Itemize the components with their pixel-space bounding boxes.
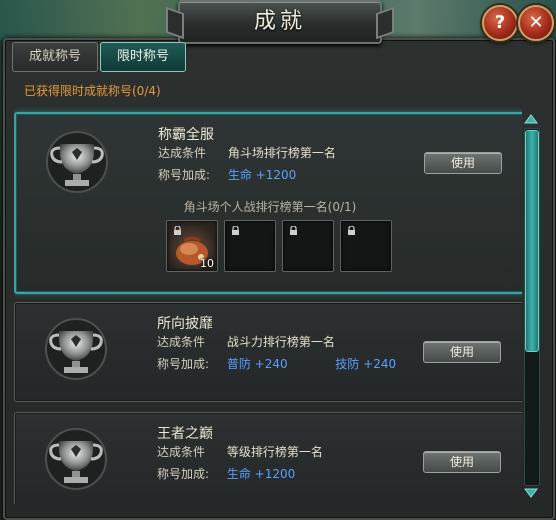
lock-icon: [290, 226, 297, 235]
lock-icon: [348, 226, 355, 235]
bonus-row: 称号加成: 生命 +1200: [158, 166, 296, 183]
trophy-icon: [45, 428, 107, 490]
bonus-label: 称号加成:: [157, 467, 210, 481]
bonus-row: 称号加成: 生命 +1200: [157, 465, 295, 482]
title-name: 称霸全服: [158, 127, 214, 143]
bonus-value: +240: [363, 357, 397, 371]
window-title: 成就: [178, 0, 382, 44]
bonus-value: +1200: [254, 467, 296, 481]
title-list: 称霸全服 达成条件 角斗场排行榜第一名 称号加成: 生命 +1200 使用 角斗…: [14, 104, 522, 504]
list-item[interactable]: 王者之巅 达成条件 等级排行榜第一名 称号加成: 生命 +1200 使用: [14, 412, 522, 504]
trophy-icon: [45, 318, 107, 380]
bonus-value: +1200: [255, 168, 297, 182]
bonus-stat: 普防: [226, 357, 251, 371]
item-count: 10: [200, 257, 214, 270]
tab-limited-titles[interactable]: 限时称号: [100, 42, 186, 72]
scroll-down-icon[interactable]: [523, 486, 539, 500]
bonus-stat: 生命: [226, 467, 251, 481]
use-button[interactable]: 使用: [423, 451, 501, 473]
condition-label: 达成条件: [158, 146, 207, 160]
lock-icon: [232, 226, 239, 235]
condition-row: 达成条件 角斗场排行榜第一名: [158, 144, 336, 161]
scroll-up-icon[interactable]: [523, 112, 539, 126]
use-button[interactable]: 使用: [424, 152, 502, 174]
help-icon: ?: [494, 12, 506, 33]
condition-value: 战斗力排行榜第一名: [226, 335, 335, 349]
scrollbar[interactable]: [522, 112, 540, 500]
close-icon: ✕: [528, 12, 544, 33]
list-item[interactable]: 称霸全服 达成条件 角斗场排行榜第一名 称号加成: 生命 +1200 使用 角斗…: [14, 112, 522, 294]
bonus-label: 称号加成:: [157, 357, 210, 371]
condition-row: 达成条件 战斗力排行榜第一名: [157, 333, 335, 350]
condition-value: 角斗场排行榜第一名: [227, 146, 336, 160]
help-button[interactable]: ?: [482, 5, 518, 41]
bonus-label: 称号加成:: [158, 168, 211, 182]
condition-label: 达成条件: [157, 445, 206, 459]
scroll-thumb[interactable]: [525, 130, 539, 352]
use-button[interactable]: 使用: [423, 341, 501, 363]
bonus-row: 称号加成: 普防 +240 技防 +240: [157, 355, 396, 372]
reward-slot[interactable]: [340, 220, 392, 272]
reward-title: 角斗场个人战排行榜第一名(0/1): [183, 200, 357, 214]
condition-label: 达成条件: [157, 335, 206, 349]
reward-slot[interactable]: 10: [166, 220, 218, 272]
obtained-summary: 已获得限时成就称号(0/4): [24, 84, 161, 98]
bonus-stat: 技防: [335, 357, 360, 371]
condition-row: 达成条件 等级排行榜第一名: [157, 443, 323, 460]
bonus-stat: 生命: [227, 168, 252, 182]
trophy-icon: [46, 131, 108, 193]
tab-achievement-titles[interactable]: 成就称号: [12, 42, 98, 72]
condition-value: 等级排行榜第一名: [226, 445, 323, 459]
close-button[interactable]: ✕: [518, 5, 554, 41]
title-name: 所向披靡: [157, 316, 213, 332]
bonus-value: +240: [254, 357, 288, 371]
title-name: 王者之巅: [157, 426, 213, 442]
reward-slot[interactable]: [282, 220, 334, 272]
reward-slot[interactable]: [224, 220, 276, 272]
list-item[interactable]: 所向披靡 达成条件 战斗力排行榜第一名 称号加成: 普防 +240 技防 +24…: [14, 302, 522, 402]
